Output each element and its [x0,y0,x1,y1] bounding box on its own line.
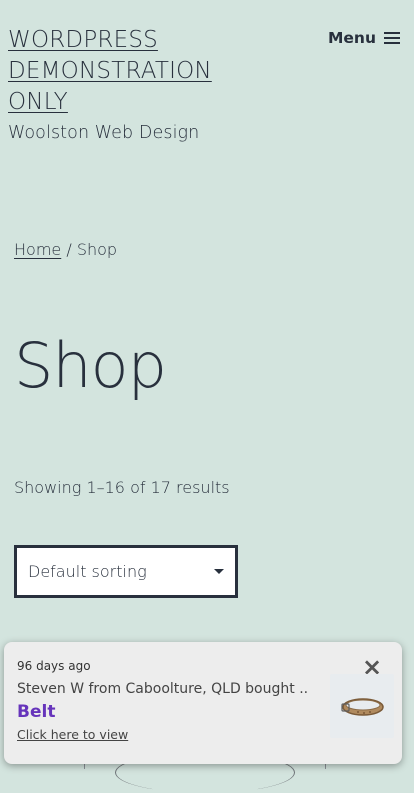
breadcrumb-separator: / [61,240,77,259]
site-title-line[interactable]: ONLY [8,89,68,115]
product-thumbnail[interactable] [330,674,394,738]
page-title: Shop [14,329,167,402]
site-title-line[interactable]: DEMONSTRATION [8,58,212,84]
sorting-select[interactable]: Default sorting [14,545,238,598]
breadcrumb-current: Shop [76,240,118,259]
site-tagline: Woolston Web Design [8,123,200,143]
breadcrumb: Home / Shop [14,240,117,259]
caret-down-icon [214,569,224,574]
sorting-selected-value: Default sorting [28,562,147,581]
sales-notification-popup[interactable]: 96 days ago Steven W from Caboolture, QL… [4,642,402,764]
site-title[interactable]: WORDPRESS DEMONSTRATION ONLY [8,25,228,118]
result-count: Showing 1–16 of 17 results [14,478,230,497]
menu-label: Menu [327,29,376,47]
belt-icon [341,698,384,716]
notification-message: Steven W from Caboolture, QLD bought ... [17,681,307,697]
hamburger-icon [384,31,400,45]
notification-product-name[interactable]: Belt [17,702,55,722]
menu-button[interactable]: Menu [328,27,400,49]
site-title-line[interactable]: WORDPRESS [8,27,158,53]
breadcrumb-home-link[interactable]: Home [14,240,61,259]
notification-time: 96 days ago [17,659,91,673]
notification-view-link[interactable]: Click here to view [17,727,128,742]
